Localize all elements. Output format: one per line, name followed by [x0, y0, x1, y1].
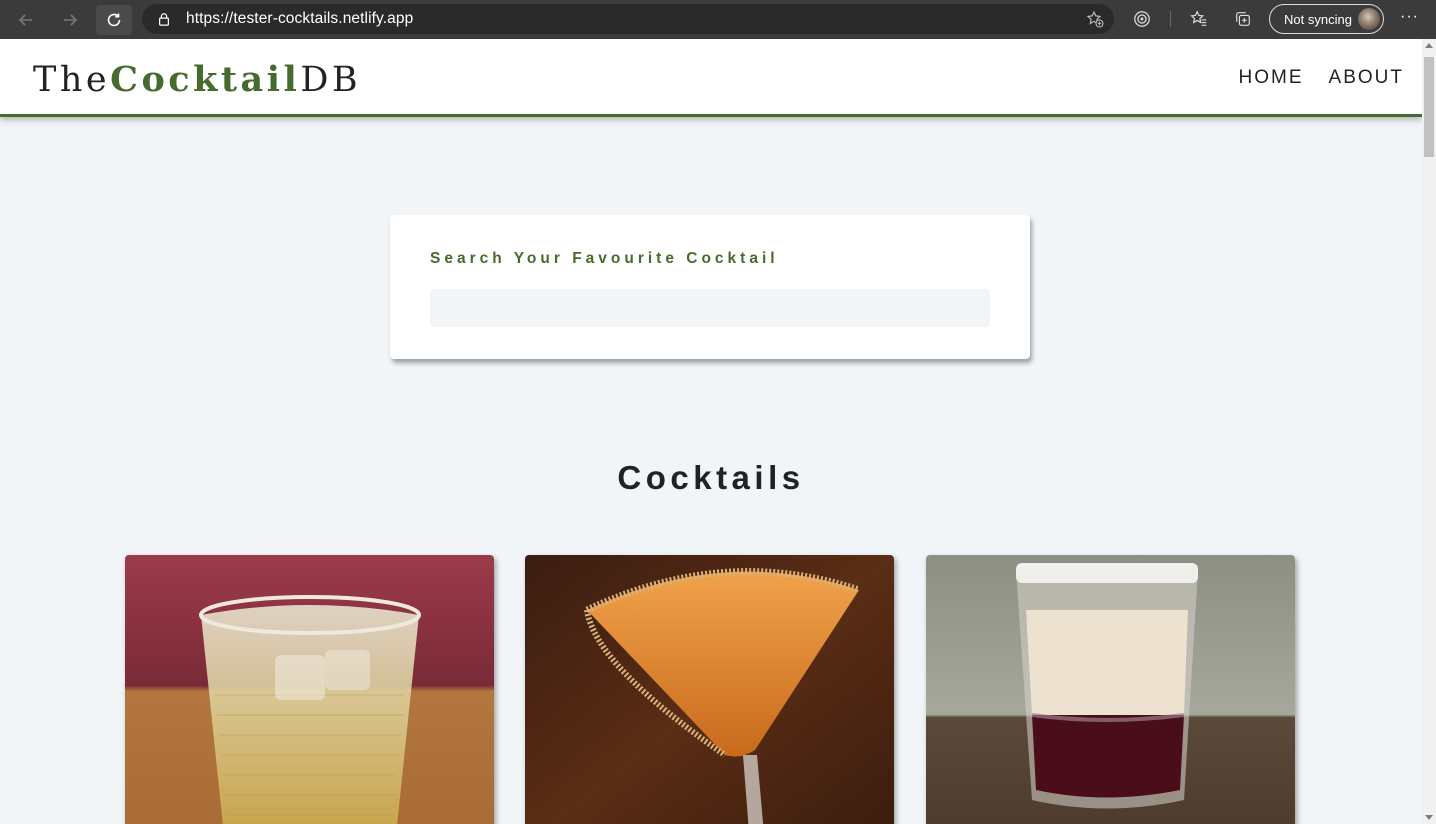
nav-link-home[interactable]: Home [1239, 67, 1304, 89]
layered-shot-glass-image [926, 555, 1295, 824]
search-input[interactable] [430, 289, 990, 327]
more-menu-button[interactable]: ··· [1400, 8, 1419, 26]
tracking-prevention-icon[interactable] [1132, 9, 1152, 29]
lock-icon [156, 11, 172, 27]
back-button[interactable] [8, 5, 44, 35]
reload-button[interactable] [96, 4, 132, 35]
reload-icon [107, 13, 121, 26]
orange-martini-glass-image [525, 555, 894, 824]
site-navbar: TheCocktailDB Home About [0, 39, 1422, 117]
old-fashioned-glass-drink-image [125, 555, 494, 824]
toolbar-divider [1170, 11, 1171, 27]
scroll-thumb[interactable] [1424, 57, 1434, 157]
search-form: Search Your Favourite Cocktail [390, 215, 1030, 359]
profile-sync-label: Not syncing [1284, 11, 1352, 27]
site-logo[interactable]: TheCocktailDB [33, 59, 361, 100]
section-title: Cocktails [617, 459, 805, 496]
arrow-right-icon [64, 13, 78, 26]
address-bar[interactable]: https://tester-cocktails.netlify.app [142, 4, 1114, 34]
avatar [1358, 8, 1380, 30]
arrow-left-icon [18, 13, 32, 26]
page-viewport: TheCocktailDB Home About Search Your Fav… [0, 39, 1422, 824]
browser-toolbar: https://tester-cocktails.netlify.app Not… [0, 0, 1436, 39]
url-text: https://tester-cocktails.netlify.app [186, 10, 414, 27]
add-favorite-icon[interactable] [1086, 10, 1104, 28]
logo-accent: Cocktail [110, 59, 301, 100]
cocktail-card[interactable] [525, 555, 894, 824]
scroll-down-icon[interactable] [1425, 815, 1433, 820]
logo-suffix: DB [300, 60, 362, 100]
cocktail-card[interactable] [926, 555, 1295, 824]
profile-button[interactable]: Not syncing [1269, 4, 1384, 34]
scroll-up-icon[interactable] [1425, 43, 1433, 48]
page-scrollbar[interactable] [1422, 39, 1436, 824]
nav-links: Home About [1239, 67, 1404, 89]
nav-link-about[interactable]: About [1329, 67, 1404, 89]
collections-icon[interactable] [1233, 9, 1253, 29]
forward-button[interactable] [52, 5, 88, 35]
search-label: Search Your Favourite Cocktail [430, 250, 779, 267]
logo-prefix: The [33, 60, 111, 100]
cocktail-card[interactable] [125, 555, 494, 824]
favorites-icon[interactable] [1189, 9, 1209, 29]
